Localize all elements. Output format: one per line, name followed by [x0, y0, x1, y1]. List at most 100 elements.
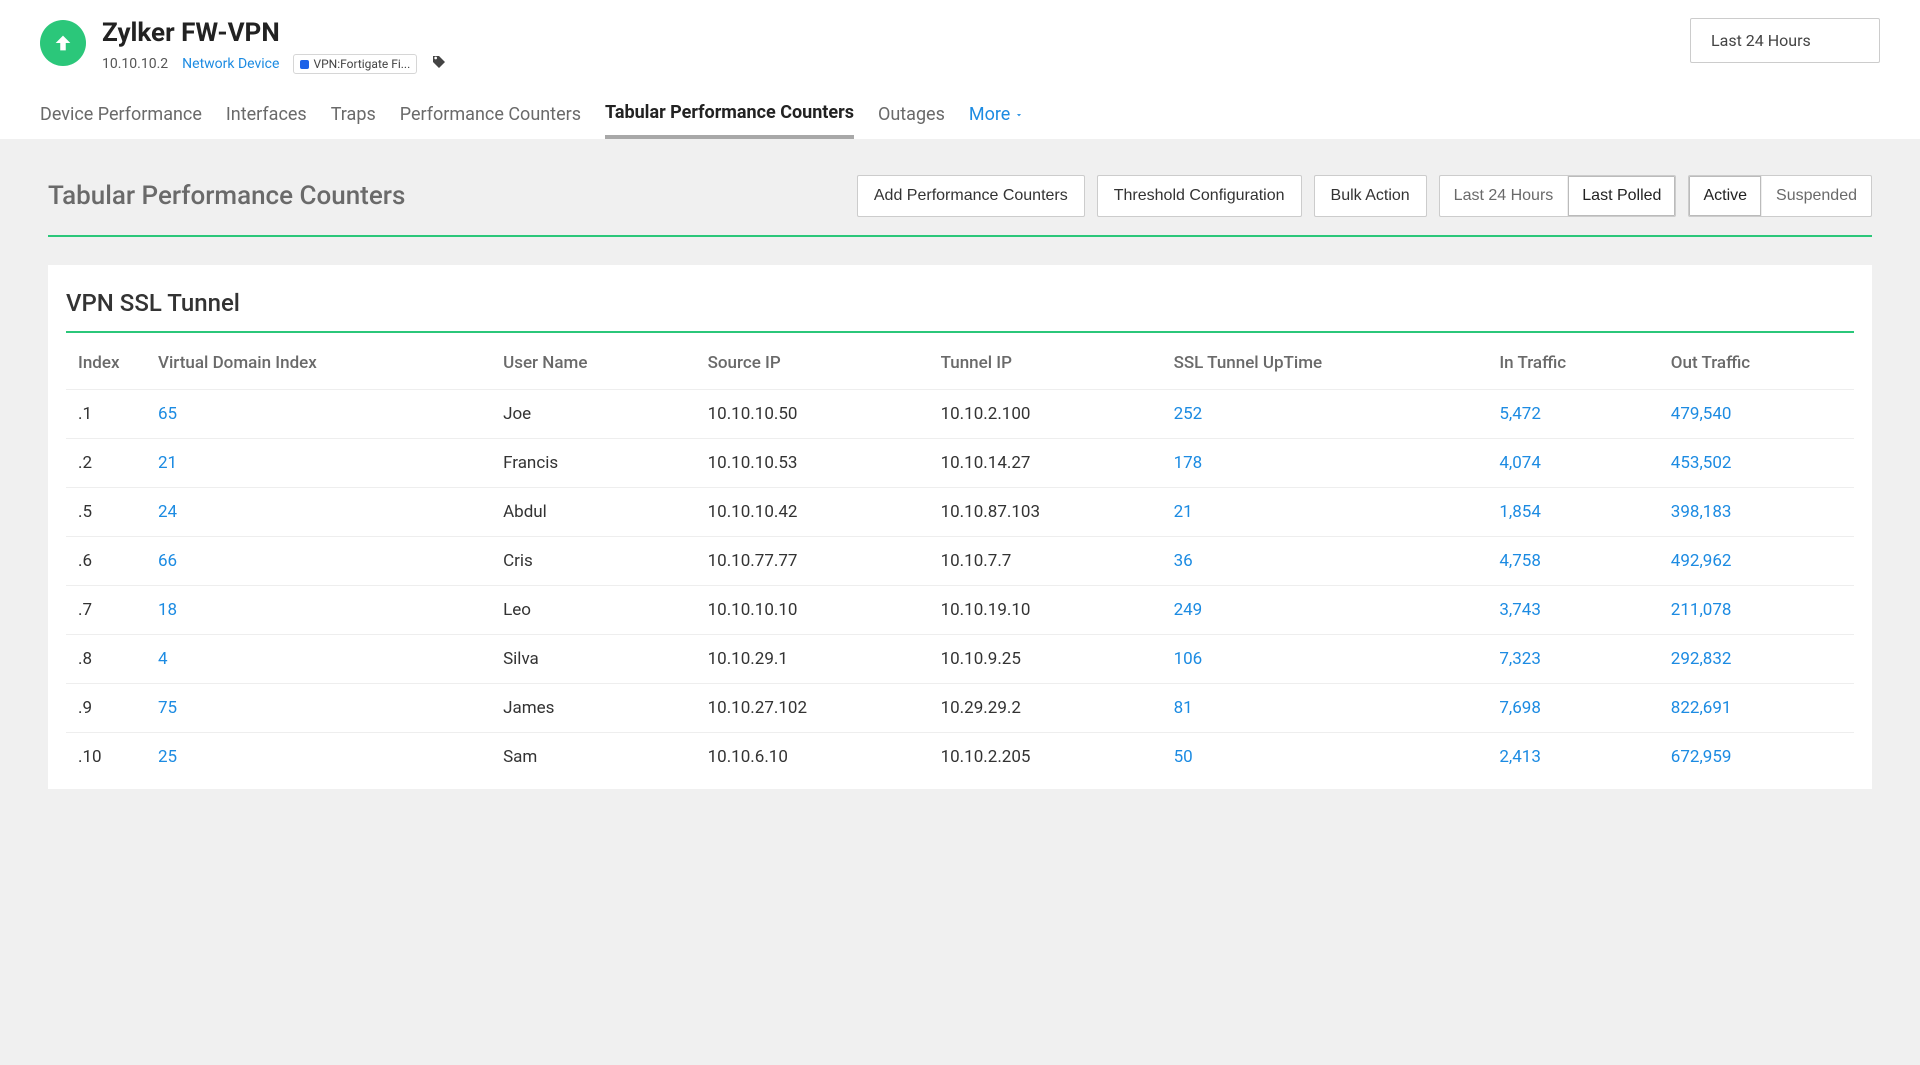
table-row: .718Leo10.10.10.1010.10.19.102493,743211…: [66, 586, 1854, 635]
cell-vdi[interactable]: 75: [146, 684, 491, 733]
tab-more[interactable]: More: [969, 104, 1024, 137]
cell-tunnel-ip: 10.10.19.10: [929, 586, 1162, 635]
tab-tabular-performance-counters[interactable]: Tabular Performance Counters: [605, 102, 854, 139]
cell-in-traffic[interactable]: 7,323: [1487, 635, 1658, 684]
cell-uptime[interactable]: 21: [1162, 488, 1488, 537]
tag-icon[interactable]: [431, 54, 447, 74]
add-performance-counters-button[interactable]: Add Performance Counters: [857, 175, 1085, 217]
device-ip: 10.10.10.2: [102, 56, 168, 72]
table-row: .975James10.10.27.10210.29.29.2817,69882…: [66, 684, 1854, 733]
section-title: Tabular Performance Counters: [48, 181, 405, 211]
cell-in-traffic[interactable]: 4,758: [1487, 537, 1658, 586]
time-toggle-24h[interactable]: Last 24 Hours: [1440, 176, 1568, 216]
cell-uptime[interactable]: 50: [1162, 733, 1488, 782]
cell-source-ip: 10.10.77.77: [696, 537, 929, 586]
status-toggle: Active Suspended: [1688, 175, 1872, 217]
col-tunnel-ip[interactable]: Tunnel IP: [929, 333, 1162, 390]
col-vdi[interactable]: Virtual Domain Index: [146, 333, 491, 390]
tab-traps[interactable]: Traps: [331, 104, 376, 137]
more-label: More: [969, 104, 1010, 125]
table-row: .165Joe10.10.10.5010.10.2.1002525,472479…: [66, 390, 1854, 439]
vpn-ssl-tunnel-card: VPN SSL Tunnel Index Virtual Domain Inde…: [48, 265, 1872, 789]
time-toggle-last-polled[interactable]: Last Polled: [1567, 176, 1675, 216]
time-range-select[interactable]: Last 24 Hours: [1690, 18, 1880, 63]
cell-vdi[interactable]: 24: [146, 488, 491, 537]
cell-user: Joe: [491, 390, 696, 439]
cell-in-traffic[interactable]: 2,413: [1487, 733, 1658, 782]
table-row: .666Cris10.10.77.7710.10.7.7364,758492,9…: [66, 537, 1854, 586]
cell-out-traffic[interactable]: 492,962: [1659, 537, 1854, 586]
cell-user: Silva: [491, 635, 696, 684]
cell-source-ip: 10.10.10.10: [696, 586, 929, 635]
cell-out-traffic[interactable]: 398,183: [1659, 488, 1854, 537]
vpn-tag[interactable]: VPN:Fortigate Fi...: [293, 54, 417, 74]
cell-in-traffic[interactable]: 1,854: [1487, 488, 1658, 537]
cell-index: .6: [66, 537, 146, 586]
col-user[interactable]: User Name: [491, 333, 696, 390]
cell-uptime[interactable]: 178: [1162, 439, 1488, 488]
network-device-link[interactable]: Network Device: [182, 56, 279, 72]
cell-vdi[interactable]: 25: [146, 733, 491, 782]
tab-device-performance[interactable]: Device Performance: [40, 104, 202, 137]
cell-user: Francis: [491, 439, 696, 488]
cell-vdi[interactable]: 4: [146, 635, 491, 684]
cell-out-traffic[interactable]: 822,691: [1659, 684, 1854, 733]
table-row: .221Francis10.10.10.5310.10.14.271784,07…: [66, 439, 1854, 488]
cell-vdi[interactable]: 21: [146, 439, 491, 488]
cell-in-traffic[interactable]: 5,472: [1487, 390, 1658, 439]
cell-source-ip: 10.10.6.10: [696, 733, 929, 782]
cell-tunnel-ip: 10.10.87.103: [929, 488, 1162, 537]
cell-uptime[interactable]: 106: [1162, 635, 1488, 684]
tab-outages[interactable]: Outages: [878, 104, 945, 137]
cell-source-ip: 10.10.10.50: [696, 390, 929, 439]
cell-uptime[interactable]: 36: [1162, 537, 1488, 586]
cell-tunnel-ip: 10.10.7.7: [929, 537, 1162, 586]
tabs-bar: Device Performance Interfaces Traps Perf…: [40, 102, 1880, 139]
cell-user: Leo: [491, 586, 696, 635]
cell-user: James: [491, 684, 696, 733]
card-title: VPN SSL Tunnel: [66, 289, 1854, 333]
cell-index: .10: [66, 733, 146, 782]
cell-uptime[interactable]: 249: [1162, 586, 1488, 635]
cell-tunnel-ip: 10.10.14.27: [929, 439, 1162, 488]
tab-performance-counters[interactable]: Performance Counters: [400, 104, 581, 137]
cell-uptime[interactable]: 81: [1162, 684, 1488, 733]
col-source-ip[interactable]: Source IP: [696, 333, 929, 390]
cell-in-traffic[interactable]: 7,698: [1487, 684, 1658, 733]
table-row: .84Silva10.10.29.110.10.9.251067,323292,…: [66, 635, 1854, 684]
bulk-action-button[interactable]: Bulk Action: [1314, 175, 1427, 217]
cell-tunnel-ip: 10.10.2.205: [929, 733, 1162, 782]
col-index[interactable]: Index: [66, 333, 146, 390]
threshold-configuration-button[interactable]: Threshold Configuration: [1097, 175, 1302, 217]
chevron-down-icon: [1014, 110, 1024, 120]
cell-in-traffic[interactable]: 3,743: [1487, 586, 1658, 635]
cell-out-traffic[interactable]: 292,832: [1659, 635, 1854, 684]
cell-index: .2: [66, 439, 146, 488]
table-row: .1025Sam10.10.6.1010.10.2.205502,413672,…: [66, 733, 1854, 782]
cell-vdi[interactable]: 66: [146, 537, 491, 586]
time-toggle: Last 24 Hours Last Polled: [1439, 175, 1677, 217]
cell-index: .9: [66, 684, 146, 733]
cell-uptime[interactable]: 252: [1162, 390, 1488, 439]
tab-interfaces[interactable]: Interfaces: [226, 104, 307, 137]
cell-out-traffic[interactable]: 211,078: [1659, 586, 1854, 635]
col-in-traffic[interactable]: In Traffic: [1487, 333, 1658, 390]
cell-out-traffic[interactable]: 479,540: [1659, 390, 1854, 439]
cell-tunnel-ip: 10.10.2.100: [929, 390, 1162, 439]
cell-user: Sam: [491, 733, 696, 782]
cell-in-traffic[interactable]: 4,074: [1487, 439, 1658, 488]
cell-tunnel-ip: 10.10.9.25: [929, 635, 1162, 684]
status-toggle-active[interactable]: Active: [1689, 176, 1761, 216]
cell-vdi[interactable]: 18: [146, 586, 491, 635]
col-uptime[interactable]: SSL Tunnel UpTime: [1162, 333, 1488, 390]
cell-vdi[interactable]: 65: [146, 390, 491, 439]
cell-index: .7: [66, 586, 146, 635]
status-toggle-suspended[interactable]: Suspended: [1761, 176, 1871, 216]
cell-user: Cris: [491, 537, 696, 586]
vpn-tag-label: VPN:Fortigate Fi...: [313, 57, 410, 71]
cell-index: .1: [66, 390, 146, 439]
col-out-traffic[interactable]: Out Traffic: [1659, 333, 1854, 390]
square-icon: [300, 60, 309, 69]
cell-out-traffic[interactable]: 453,502: [1659, 439, 1854, 488]
cell-out-traffic[interactable]: 672,959: [1659, 733, 1854, 782]
